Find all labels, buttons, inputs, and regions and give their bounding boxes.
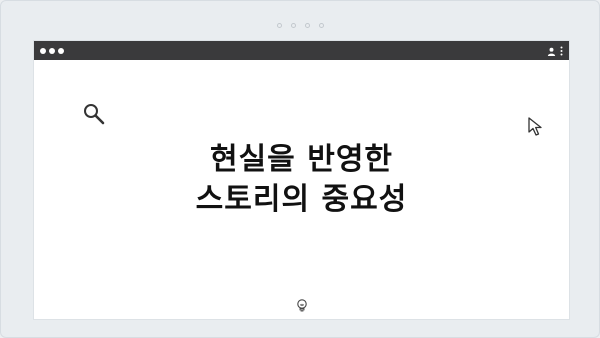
title-line-2: 스토리의 중요성 bbox=[195, 182, 408, 217]
window-close-dot[interactable] bbox=[40, 47, 46, 54]
page-title: 현실을 반영한 스토리의 중요성 bbox=[34, 140, 569, 220]
search-icon bbox=[82, 102, 106, 130]
title-line-1: 현실을 반영한 bbox=[209, 142, 394, 177]
window-content: 현실을 반영한 스토리의 중요성 bbox=[34, 60, 569, 319]
pagination-dot bbox=[318, 23, 324, 28]
pagination-dot bbox=[276, 23, 282, 28]
window-minimize-dot[interactable] bbox=[49, 47, 55, 54]
lightbulb-icon bbox=[296, 298, 308, 318]
pagination-dot bbox=[304, 23, 310, 28]
pagination-dots bbox=[1, 23, 599, 28]
more-vertical-icon[interactable] bbox=[560, 41, 563, 60]
user-icon[interactable] bbox=[547, 41, 556, 60]
browser-window: 현실을 반영한 스토리의 중요성 bbox=[34, 41, 569, 319]
pagination-dot bbox=[290, 23, 296, 28]
cursor-arrow-icon bbox=[527, 116, 547, 142]
window-maximize-dot[interactable] bbox=[58, 47, 64, 54]
page-background: 현실을 반영한 스토리의 중요성 bbox=[0, 0, 600, 338]
window-titlebar bbox=[34, 41, 569, 60]
